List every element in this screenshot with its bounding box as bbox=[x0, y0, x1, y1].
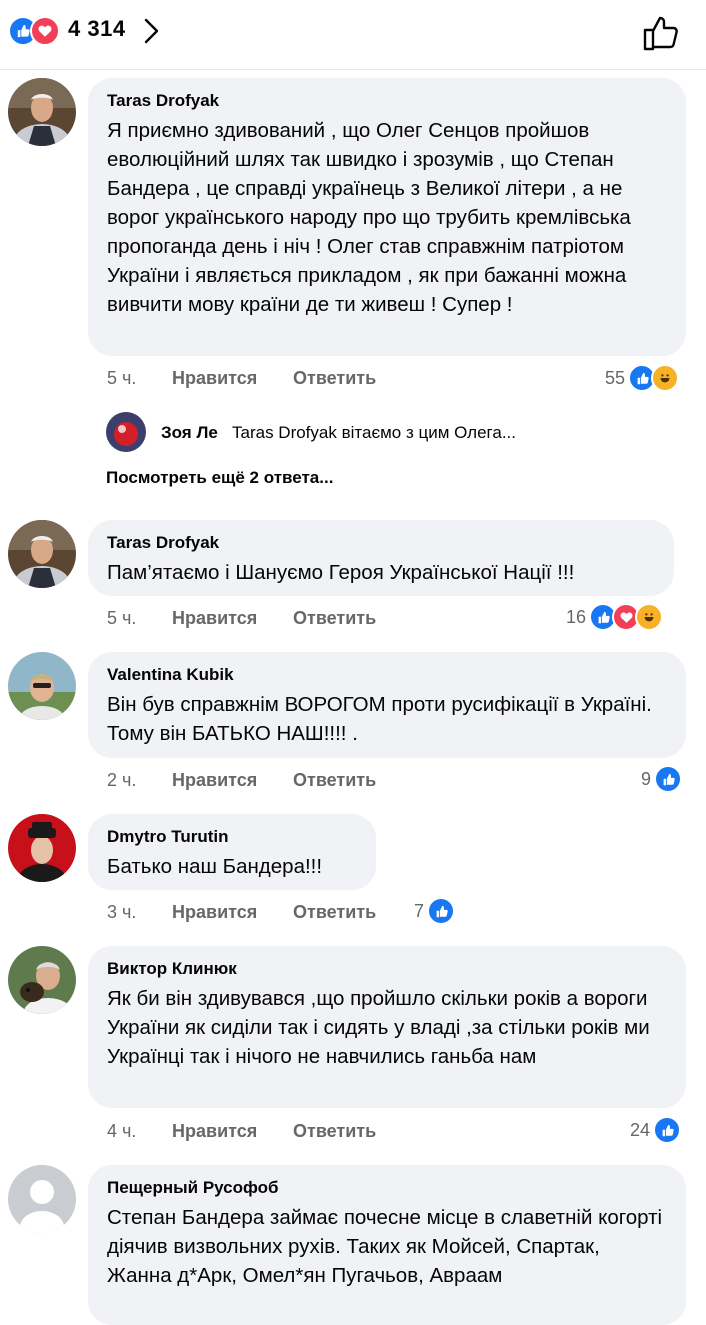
love-reaction-icon bbox=[30, 16, 60, 46]
reaction-number: 24 bbox=[630, 1119, 651, 1140]
haha-reaction-icon bbox=[651, 364, 680, 392]
like-link[interactable]: Нравится bbox=[172, 1121, 257, 1142]
comment-bubble: Taras Drofyak Я приємно здивований , що … bbox=[88, 78, 686, 356]
like-link[interactable]: Нравится bbox=[172, 608, 257, 629]
comment-text: Пам’ятаємо і Шануємо Героя Української Н… bbox=[107, 561, 575, 584]
reactions-summary-bar[interactable]: 4 314 bbox=[0, 0, 706, 70]
reaction-count[interactable]: 4 314 bbox=[68, 16, 126, 42]
comment-text: Степан Бандера займає почесне місце в сл… bbox=[107, 1206, 663, 1287]
comment-author[interactable]: Taras Drofyak bbox=[107, 90, 666, 112]
reply-snippet: Taras Drofyak вітаємо з цим Олега... bbox=[232, 423, 517, 442]
comment-author[interactable]: Виктор Клинюк bbox=[107, 958, 666, 980]
avatar[interactable] bbox=[106, 412, 146, 452]
avatar[interactable] bbox=[8, 520, 76, 588]
reply-author[interactable]: Зоя Ле bbox=[161, 423, 218, 443]
comment-time[interactable]: 5 ч. bbox=[107, 368, 136, 389]
reply-link[interactable]: Ответить bbox=[293, 1121, 376, 1142]
comment-time[interactable]: 5 ч. bbox=[107, 608, 136, 629]
comment-reaction-count[interactable]: 9 bbox=[641, 765, 683, 793]
comment-reaction-count[interactable]: 16 bbox=[566, 603, 664, 631]
comment-time[interactable]: 4 ч. bbox=[107, 1121, 136, 1142]
haha-reaction-icon bbox=[635, 603, 664, 631]
avatar[interactable] bbox=[8, 78, 76, 146]
comment-author[interactable]: Valentina Kubik bbox=[107, 664, 666, 686]
like-reaction-icon bbox=[654, 765, 683, 793]
avatar[interactable] bbox=[8, 814, 76, 882]
like-link[interactable]: Нравится bbox=[172, 368, 257, 389]
comment-author[interactable]: Dmytro Turutin bbox=[107, 826, 356, 848]
comment-text: Батько наш Бандера!!! bbox=[107, 855, 323, 878]
comment-reaction-count[interactable]: 55 bbox=[605, 364, 680, 392]
comment-bubble: Taras Drofyak Пам’ятаємо і Шануємо Героя… bbox=[88, 520, 674, 596]
comment-author[interactable]: Пещерный Русофоб bbox=[107, 1177, 666, 1199]
comment-bubble: Виктор Клинюк Як би він здивувався ,що п… bbox=[88, 946, 686, 1108]
avatar[interactable] bbox=[8, 1165, 76, 1233]
reply-link[interactable]: Ответить bbox=[293, 368, 376, 389]
thumbs-up-icon[interactable] bbox=[640, 12, 682, 59]
like-reaction-icon bbox=[427, 897, 456, 925]
reaction-number: 55 bbox=[605, 367, 626, 388]
comment-reaction-count[interactable]: 24 bbox=[630, 1116, 682, 1144]
chevron-right-icon[interactable] bbox=[143, 18, 161, 49]
reply-link[interactable]: Ответить bbox=[293, 608, 376, 629]
like-link[interactable]: Нравится bbox=[172, 770, 257, 791]
like-link[interactable]: Нравится bbox=[172, 902, 257, 923]
comment-time[interactable]: 2 ч. bbox=[107, 770, 136, 791]
comment-bubble: Пещерный Русофоб Степан Бандера займає п… bbox=[88, 1165, 686, 1325]
view-more-replies-link[interactable]: Посмотреть ещё 2 ответа... bbox=[106, 468, 333, 488]
comment-bubble: Dmytro Turutin Батько наш Бандера!!! bbox=[88, 814, 376, 890]
avatar[interactable] bbox=[8, 946, 76, 1014]
reply-link[interactable]: Ответить bbox=[293, 770, 376, 791]
reaction-number: 16 bbox=[566, 606, 587, 627]
like-reaction-icon bbox=[653, 1116, 682, 1144]
comment-bubble: Valentina Kubik Він був справжнім ВОРОГО… bbox=[88, 652, 686, 758]
avatar[interactable] bbox=[8, 652, 76, 720]
reply-link[interactable]: Ответить bbox=[293, 902, 376, 923]
comment-text: Я приємно здивований , що Олег Сенцов пр… bbox=[107, 119, 631, 316]
comment-reaction-count[interactable]: 7 bbox=[414, 897, 456, 925]
comment-text: Як би він здивувався ,що пройшло скільки… bbox=[107, 987, 650, 1068]
reaction-number: 9 bbox=[641, 768, 652, 789]
comment-text: Він був справжнім ВОРОГОМ проти русифіка… bbox=[107, 693, 652, 745]
comment-time[interactable]: 3 ч. bbox=[107, 902, 136, 923]
reaction-number: 7 bbox=[414, 900, 425, 921]
comment-author[interactable]: Taras Drofyak bbox=[107, 532, 654, 554]
